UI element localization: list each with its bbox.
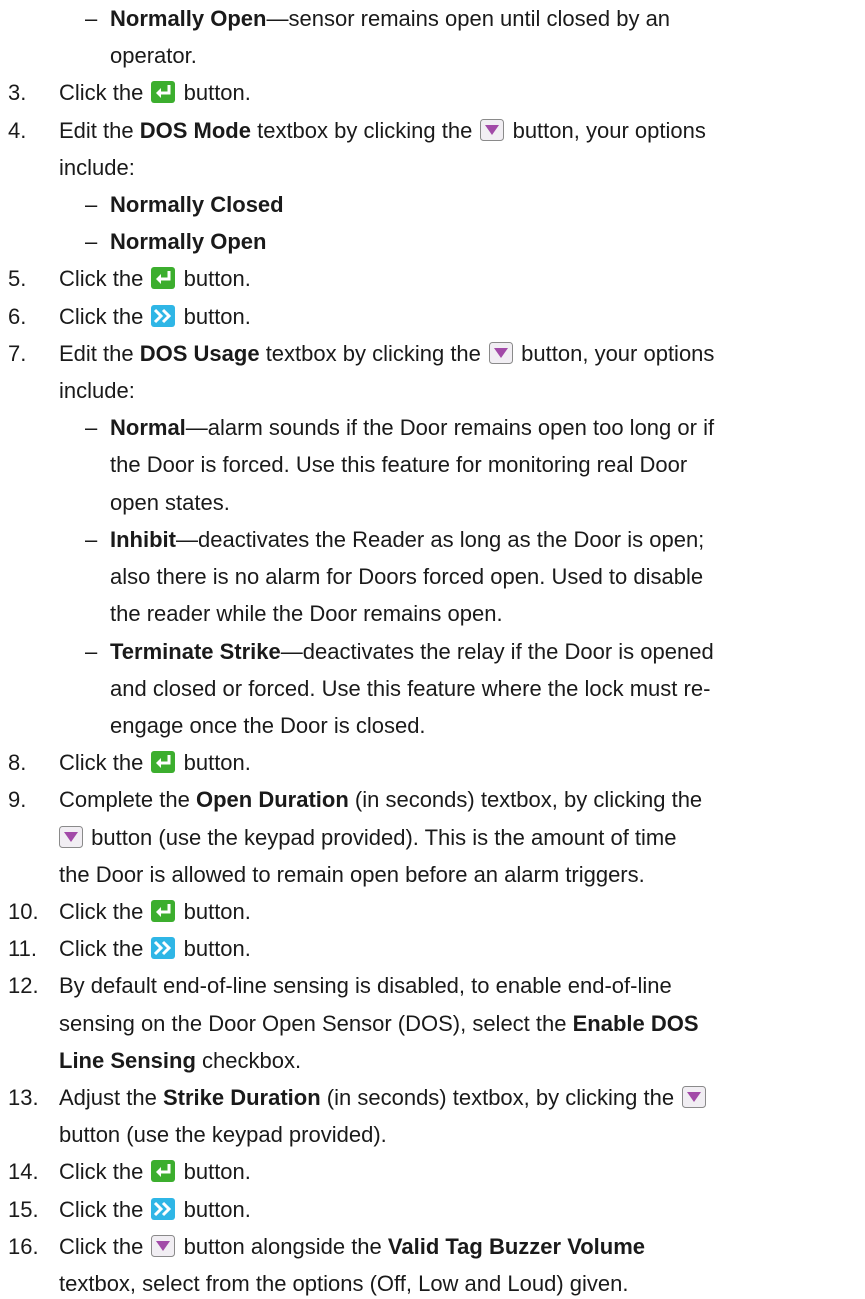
step-text: Click the <box>59 266 144 291</box>
option-label: Normally Open <box>110 6 267 31</box>
step-text: button alongside the <box>183 1234 382 1259</box>
step-text: Click the <box>59 80 144 105</box>
double-chevron-right-icon <box>151 305 176 327</box>
step-number: 3. <box>8 80 27 105</box>
step-text: Adjust the <box>59 1085 157 1110</box>
step-text: Click the <box>59 750 144 775</box>
step-text: button. <box>183 936 251 961</box>
double-chevron-right-icon <box>151 937 176 959</box>
option-desc: —deactivates the relay if the Door is op… <box>280 639 714 664</box>
step-text: Click the <box>59 936 144 961</box>
step-text: Click the <box>59 1197 144 1222</box>
option-desc: the reader while the Door remains open. <box>110 601 503 626</box>
step-text: the Door is allowed to remain open befor… <box>59 862 645 887</box>
option-desc: —sensor remains open until closed by an <box>266 6 671 31</box>
field-name: Strike Duration <box>162 1085 321 1110</box>
option-desc: also there is no alarm for Doors forced … <box>110 564 704 589</box>
enter-arrow-icon <box>151 267 176 289</box>
step-number: 5. <box>8 266 27 291</box>
step-text: textbox by clicking the <box>257 118 473 143</box>
step-text: button (use the keypad provided). <box>59 1122 387 1147</box>
step-text: include: <box>59 378 135 403</box>
option-label: Normally Closed <box>110 192 284 217</box>
step-text: button (use the keypad provided). This i… <box>91 825 677 850</box>
step-text: Click the <box>59 899 144 924</box>
dropdown-triangle-icon <box>480 119 505 141</box>
step-text: Click the <box>59 1234 144 1259</box>
step-text: button. <box>183 1197 251 1222</box>
step-number: 14. <box>8 1159 39 1184</box>
enter-arrow-icon <box>151 900 176 922</box>
field-name: DOS Usage <box>139 341 260 366</box>
dropdown-triangle-icon <box>682 1086 707 1108</box>
dropdown-triangle-icon <box>489 342 514 364</box>
step-text: sensing on the Door Open Sensor (DOS), s… <box>59 1011 567 1036</box>
step-text: button, your options <box>512 118 706 143</box>
option-desc: the Door is forced. Use this feature for… <box>110 452 688 477</box>
dash: – <box>85 415 98 440</box>
step-text: button. <box>183 899 251 924</box>
enter-arrow-icon <box>151 751 176 773</box>
dash: – <box>85 229 98 254</box>
option-desc: engage once the Door is closed. <box>110 713 426 738</box>
step-text: button, your options <box>521 341 715 366</box>
option-desc: open states. <box>110 490 230 515</box>
option-desc: and closed or forced. Use this feature w… <box>110 676 711 701</box>
step-text: button. <box>183 266 251 291</box>
dropdown-triangle-icon <box>59 826 83 848</box>
step-text: button. <box>183 80 251 105</box>
option-desc: —alarm sounds if the Door remains open t… <box>185 415 715 440</box>
step-text: Edit the <box>59 341 134 366</box>
step-text: textbox by clicking the <box>265 341 481 366</box>
field-name: Open Duration <box>195 787 349 812</box>
step-text: Complete the <box>59 787 190 812</box>
step-text: button. <box>183 750 251 775</box>
step-number: 11. <box>8 936 37 961</box>
step-text: By default end-of-line sensing is disabl… <box>59 973 672 998</box>
dash: – <box>85 527 98 552</box>
field-name: Valid Tag Buzzer Volume <box>387 1234 646 1259</box>
step-text: (in seconds) textbox, by clicking the <box>326 1085 675 1110</box>
option-desc-cont: operator. <box>110 43 197 68</box>
step-text: Edit the <box>59 118 134 143</box>
step-number: 12. <box>8 973 39 998</box>
step-text: checkbox. <box>202 1048 302 1073</box>
step-text: button. <box>183 1159 251 1184</box>
dash: – <box>85 6 98 31</box>
step-text: button. <box>183 304 251 329</box>
option-label: Inhibit <box>110 527 176 552</box>
step-number: 6. <box>8 304 27 329</box>
dash: – <box>85 639 98 664</box>
option-label: Terminate Strike <box>110 639 281 664</box>
option-label: Normal <box>110 415 186 440</box>
step-number: 16. <box>8 1234 39 1259</box>
step-number: 4. <box>8 118 27 143</box>
field-name: DOS Mode <box>139 118 251 143</box>
step-number: 13. <box>8 1085 39 1110</box>
step-text: textbox, select from the options (Off, L… <box>59 1271 629 1296</box>
step-number: 10. <box>8 899 39 924</box>
double-chevron-right-icon <box>151 1198 176 1220</box>
field-name: Enable DOS <box>572 1011 699 1036</box>
step-text: (in seconds) textbox, by clicking the <box>354 787 703 812</box>
step-number: 7. <box>8 341 27 366</box>
step-text: Click the <box>59 304 144 329</box>
field-name: Line Sensing <box>59 1048 196 1073</box>
enter-arrow-icon <box>151 81 176 103</box>
step-number: 9. <box>8 787 27 812</box>
step-number: 8. <box>8 750 27 775</box>
option-desc: —deactivates the Reader as long as the D… <box>175 527 705 552</box>
enter-arrow-icon <box>151 1160 176 1182</box>
dash: – <box>85 192 98 217</box>
step-number: 15. <box>8 1197 39 1222</box>
step-text: Click the <box>59 1159 144 1184</box>
dropdown-triangle-icon <box>151 1235 176 1257</box>
option-label: Normally Open <box>110 229 267 254</box>
step-text: include: <box>59 155 135 180</box>
